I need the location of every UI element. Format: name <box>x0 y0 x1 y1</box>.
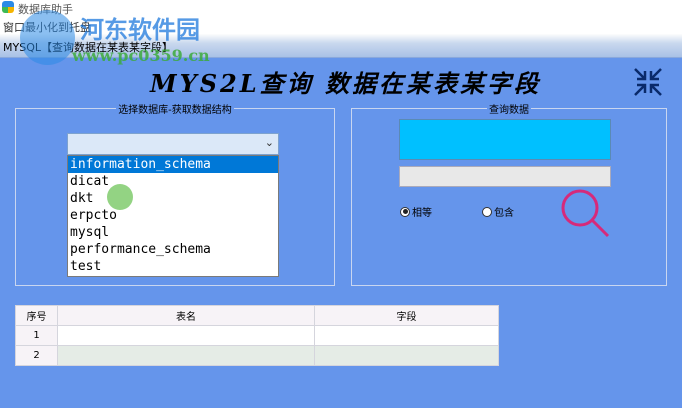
query-input[interactable] <box>399 119 611 160</box>
database-select[interactable]: ⌄ <box>67 133 279 155</box>
title-bar: 数据库助手 <box>0 0 682 16</box>
row-index: 2 <box>15 345 58 366</box>
window-caption: MYSQL【查询数据在某表某字段】 <box>0 34 682 58</box>
menu-bar: 窗口最小化到托盘 <box>0 16 682 34</box>
row-index: 1 <box>15 325 58 346</box>
cursor-highlight <box>107 184 133 210</box>
dropdown-option[interactable]: erpcto <box>68 207 278 224</box>
cell-field[interactable] <box>314 345 499 366</box>
chevron-down-icon[interactable]: ⌄ <box>265 136 274 149</box>
page-title: MYS2L查询 数据在某表某字段 <box>150 69 541 98</box>
dropdown-option[interactable]: mysql <box>68 224 278 241</box>
column-header-index[interactable]: 序号 <box>15 305 58 326</box>
search-icon[interactable] <box>560 188 612 240</box>
window-caption-text: MYSQL【查询数据在某表某字段】 <box>3 41 173 54</box>
column-header-table[interactable]: 表名 <box>57 305 315 326</box>
database-dropdown-list[interactable]: information_schema dicat dkt erpcto mysq… <box>67 155 279 277</box>
radio-label: 相等 <box>412 208 432 219</box>
dropdown-option[interactable]: information_schema <box>68 156 278 173</box>
dropdown-option[interactable]: dkt <box>68 190 278 207</box>
column-header-field[interactable]: 字段 <box>314 305 499 326</box>
cell-field[interactable] <box>314 325 499 346</box>
query-secondary-input[interactable] <box>399 166 611 187</box>
table-row[interactable]: 2 <box>15 345 499 366</box>
table-header-row: 序号 表名 字段 <box>15 305 499 326</box>
group-legend: 选择数据库-获取数据结构 <box>116 105 234 116</box>
radio-contains[interactable]: 包含 <box>482 204 514 219</box>
dropdown-option[interactable]: performance_schema <box>68 241 278 258</box>
radio-label: 包含 <box>494 208 514 219</box>
radio-unchecked-icon[interactable] <box>482 206 492 217</box>
app-icon <box>2 1 14 13</box>
group-legend: 查询数据 <box>487 105 531 116</box>
radio-equal[interactable]: 相等 <box>400 204 432 219</box>
app-title: 数据库助手 <box>18 3 73 16</box>
dropdown-option[interactable]: test <box>68 258 278 275</box>
collapse-icon[interactable] <box>632 66 664 98</box>
cell-table[interactable] <box>57 345 315 366</box>
radio-checked-icon[interactable] <box>400 206 410 217</box>
table-row[interactable]: 1 <box>15 325 499 346</box>
results-table: 序号 表名 字段 1 2 <box>15 305 499 366</box>
cell-table[interactable] <box>57 325 315 346</box>
dropdown-option[interactable]: dicat <box>68 173 278 190</box>
menu-item-minimize[interactable]: 窗口最小化到托盘 <box>3 19 91 35</box>
